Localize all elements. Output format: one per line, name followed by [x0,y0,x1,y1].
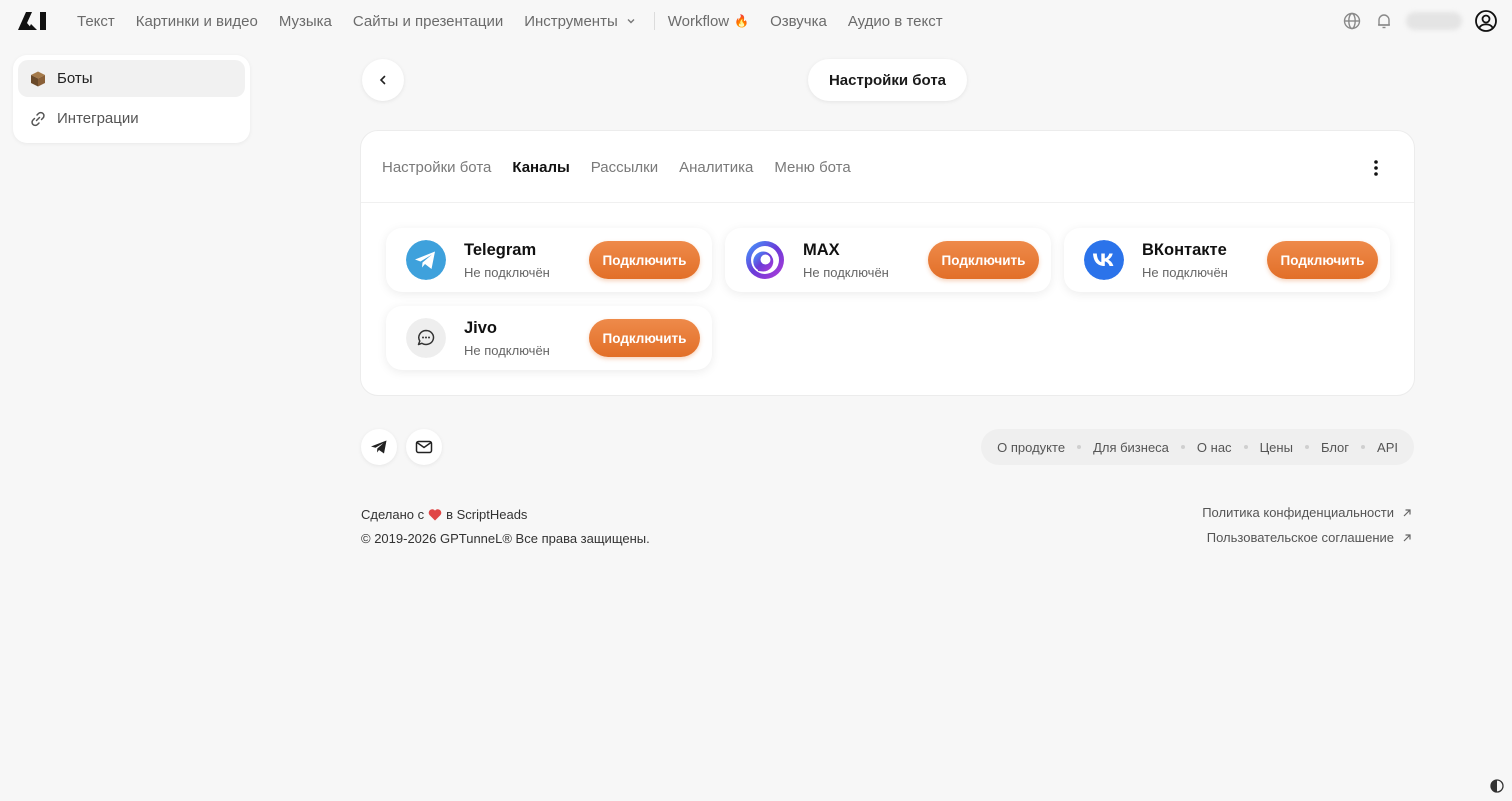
heart-icon [428,509,442,521]
nav-text[interactable]: Текст [77,13,115,30]
tabs-divider [361,202,1414,203]
separator-dot [1077,445,1082,449]
nav-sites[interactable]: Сайты и презентации [353,13,503,30]
nav-workflow-label: Workflow [667,12,730,30]
tab-bot-menu[interactable]: Меню бота [774,159,850,176]
nav-tools-label: Инструменты [524,12,618,30]
back-button[interactable] [362,59,404,101]
app-logo[interactable] [18,11,48,31]
mail-icon [415,440,433,454]
terms-link[interactable]: Пользовательское соглашение [1207,530,1412,545]
footer-links: О продукте Для бизнеса О нас Цены Блог A… [981,429,1414,465]
channel-status: Не подключён [464,265,550,280]
globe-icon[interactable] [1342,11,1362,31]
connect-vk-button[interactable]: Подключить [1267,241,1378,279]
nav-voiceover[interactable]: Озвучка [770,13,827,30]
main-nav: Текст Картинки и видео Музыка Сайты и пр… [77,12,964,30]
nav-tools[interactable]: Инструменты [524,13,636,30]
made-suffix: в ScriptHeads [446,507,528,522]
chevron-left-icon [379,75,386,85]
footer-telegram-button[interactable] [361,429,397,465]
footer-email-button[interactable] [406,429,442,465]
made-prefix: Сделано с [361,507,425,522]
copyright: © 2019-2026 GPTunneL® Все права защищены… [361,531,650,546]
footer-link-about-us[interactable]: О нас [1197,440,1232,455]
connect-telegram-button[interactable]: Подключить [589,241,700,279]
top-navigation: Текст Картинки и видео Музыка Сайты и пр… [0,0,1512,42]
made-with-love: Сделано с в ScriptHeads [361,507,527,522]
box-icon [31,71,45,86]
user-avatar-icon[interactable] [1474,9,1498,33]
sidebar-item-integrations[interactable]: Интеграции [18,100,245,137]
top-right-controls [1330,9,1498,33]
telegram-icon [406,240,446,280]
fire-icon: 🔥 [734,14,750,28]
sidebar-item-label: Боты [57,70,93,87]
tab-bot-settings[interactable]: Настройки бота [382,159,491,176]
tab-channels[interactable]: Каналы [512,159,569,176]
external-link-icon [1403,508,1411,516]
chevron-down-icon [627,19,635,24]
privacy-policy-link[interactable]: Политика конфиденциальности [1202,505,1412,520]
channel-card-jivo: Jivo Не подключён Подключить [386,306,712,370]
terms-label: Пользовательское соглашение [1206,530,1394,545]
separator-dot [1361,445,1366,449]
footer-link-about-product[interactable]: О продукте [997,440,1065,455]
balance-badge[interactable] [1406,12,1462,30]
channel-card-vk: ВКонтакте Не подключён Подключить [1064,228,1390,292]
nav-workflow[interactable]: Workflow 🔥 [668,13,749,30]
channel-name: ВКонтакте [1142,241,1227,259]
separator-dot [1180,445,1185,449]
privacy-policy-label: Политика конфиденциальности [1202,505,1394,520]
max-icon [746,241,784,279]
footer-link-business[interactable]: Для бизнеса [1093,440,1169,455]
separator-dot [1304,445,1309,449]
nav-images-video[interactable]: Картинки и видео [136,13,258,30]
bell-icon[interactable] [1374,11,1394,31]
channel-card-max: MAX Не подключён Подключить [725,228,1051,292]
sidebar-item-bots[interactable]: Боты [18,60,245,97]
nav-music[interactable]: Музыка [279,13,332,30]
connect-jivo-button[interactable]: Подключить [589,319,700,357]
channel-status: Не подключён [464,343,550,358]
channel-card-telegram: Telegram Не подключён Подключить [386,228,712,292]
footer-link-prices[interactable]: Цены [1260,440,1293,455]
page-title: Настройки бота [808,59,967,101]
tabs: Настройки бота Каналы Рассылки Аналитика… [382,159,872,176]
nav-divider [653,12,655,30]
tab-analytics[interactable]: Аналитика [679,159,753,176]
channel-name: Jivo [464,319,498,337]
footer-link-blog[interactable]: Блог [1321,440,1349,455]
theme-toggle-icon[interactable] [1490,779,1504,793]
bot-settings-card: Настройки бота Каналы Рассылки Аналитика… [360,130,1415,396]
external-link-icon [1403,533,1411,541]
jivo-icon [406,318,446,358]
sidebar-item-label: Интеграции [57,110,139,127]
more-options-button[interactable] [1364,156,1388,180]
vk-icon [1084,240,1124,280]
connect-max-button[interactable]: Подключить [928,241,1039,279]
link-icon [31,111,45,126]
channel-status: Не подключён [803,265,889,280]
nav-audio-to-text[interactable]: Аудио в текст [848,13,943,30]
channel-status: Не подключён [1142,265,1228,280]
channel-name: Telegram [464,241,537,259]
more-vertical-icon [1374,160,1378,176]
separator-dot [1243,445,1248,449]
sidebar: Боты Интеграции [13,55,250,143]
telegram-icon [371,440,387,454]
footer-link-api[interactable]: API [1377,440,1398,455]
tab-mailings[interactable]: Рассылки [591,159,658,176]
channel-name: MAX [803,241,840,259]
